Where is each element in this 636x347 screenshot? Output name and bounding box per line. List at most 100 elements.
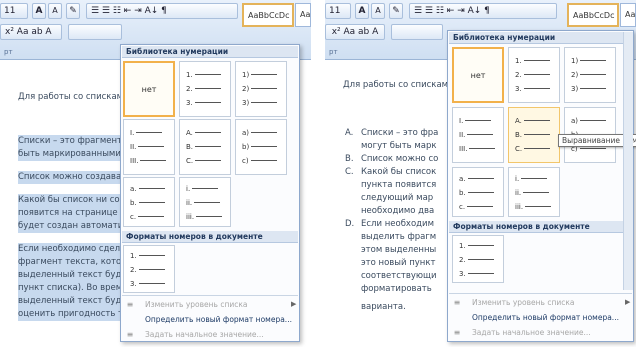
fmt-row: i.	[186, 184, 225, 194]
list-item: могут быть марк	[361, 141, 437, 151]
numbering-roman[interactable]: I. II. III.	[123, 119, 175, 175]
fmt-row: II.	[459, 130, 498, 140]
fmt-row: c.	[459, 202, 498, 212]
fmt-row: A.	[186, 128, 225, 138]
list-item: пункта появится	[361, 180, 437, 190]
numbering-alpha-lower[interactable]: a. b. c.	[123, 177, 175, 227]
fmt-row: 3)	[571, 84, 610, 94]
numbering-paren[interactable]: 1) 2) 3)	[235, 61, 287, 117]
list-item: D. Если необходим	[345, 219, 434, 229]
intro-text: Для работы со списками	[343, 80, 454, 90]
none-label: нет	[141, 85, 157, 94]
para-line: выделенный текст буде	[18, 269, 127, 282]
fmt-row: I.	[130, 128, 169, 138]
numbering-alpha-lower[interactable]: a. b. c.	[452, 167, 504, 217]
doc-format-arabic[interactable]: 1. 2. 3.	[452, 235, 504, 283]
numbering-roman[interactable]: I. II. III.	[452, 107, 504, 163]
para-line: Если необходимо сделат	[18, 243, 131, 256]
align-buttons[interactable]	[391, 24, 443, 40]
list-item: форматировать	[361, 284, 432, 294]
fmt-row: III.	[459, 144, 498, 154]
fmt-row: a.	[459, 174, 498, 184]
start-value-icon: ≡	[126, 330, 134, 339]
fmt-row: 2)	[242, 84, 281, 94]
fmt-row: c.	[130, 212, 169, 222]
library-header: Библиотека нумерации	[449, 32, 632, 44]
intro-text: Для работы со списками	[18, 92, 129, 102]
shrink-font-button[interactable]: A	[371, 3, 385, 19]
style-normal[interactable]: AaBbCcDc	[242, 3, 294, 27]
grow-font-button[interactable]: A	[32, 3, 46, 19]
fmt-row: II.	[130, 142, 169, 152]
para-line: Список можно создавать	[18, 171, 132, 184]
numbering-paren[interactable]: 1) 2) 3)	[564, 47, 616, 103]
group-label: рт	[4, 48, 13, 56]
fmt-row: 1.	[186, 70, 225, 80]
start-value-icon: ≡	[453, 328, 461, 337]
set-start-value-item[interactable]: Задать начальное значение...	[472, 327, 591, 339]
numbering-alpha-upper[interactable]: A. B. C.	[508, 107, 560, 163]
define-new-format-item[interactable]: Определить новый формат номера...	[472, 312, 619, 324]
list-item: следующий мар	[361, 193, 434, 203]
font-format-buttons[interactable]: x² Aa ab A	[0, 24, 62, 40]
list-item: C. Какой бы список	[345, 167, 437, 177]
submenu-arrow-icon: ▶	[625, 298, 631, 306]
right-screenshot: 11 A A ✎ x² Aa ab A ☰ ☰ ☷ ⇤ ⇥ A↓ ¶ AaBbC…	[325, 0, 636, 347]
fmt-row: b)	[242, 142, 281, 152]
font-size-box[interactable]: 11	[325, 3, 351, 19]
numbering-roman-lower[interactable]: i. ii. iii.	[508, 167, 560, 217]
fmt-row: 2.	[515, 70, 554, 80]
list-item: это новый пункт	[361, 258, 436, 268]
font-format-buttons[interactable]: x² Aa ab A	[325, 24, 385, 40]
numbering-none[interactable]: нет	[452, 47, 504, 103]
submenu-arrow-icon: ▶	[291, 300, 297, 308]
numbering-arabic[interactable]: 1. 2. 3.	[179, 61, 231, 117]
list-item: этом выделенны	[361, 245, 437, 255]
numbering-roman-lower[interactable]: i. ii. iii.	[179, 177, 231, 227]
fmt-row: 3.	[186, 98, 225, 108]
numbering-arabic[interactable]: 1. 2. 3.	[508, 47, 560, 103]
grow-font-button[interactable]: A	[355, 3, 369, 19]
doc-formats-header: Форматы номеров в документе	[122, 231, 298, 243]
style-next[interactable]: Aa	[620, 3, 636, 27]
fmt-row: B.	[186, 142, 225, 152]
numbering-dropdown: Библиотека нумерации нет 1. 2. 3. 1) 2) …	[120, 44, 300, 342]
fmt-row: 3)	[242, 98, 281, 108]
set-start-value-item[interactable]: Задать начальное значение...	[145, 329, 264, 341]
doc-format-arabic[interactable]: 1. 2. 3.	[123, 245, 175, 293]
fmt-row: 1.	[130, 251, 169, 261]
fmt-row: I.	[459, 116, 498, 126]
clear-format-button[interactable]: ✎	[66, 3, 80, 19]
numbering-alpha-upper[interactable]: A. B. C.	[179, 119, 231, 175]
style-next[interactable]: Aal	[295, 3, 311, 27]
para-line: фрагмент текста, которы	[18, 256, 134, 269]
numbering-none[interactable]: нет	[123, 61, 175, 117]
indent-icon: ≡	[126, 300, 134, 309]
paragraph-buttons[interactable]: ☰ ☰ ☷ ⇤ ⇥ A↓ ¶	[86, 3, 238, 19]
paragraph-buttons[interactable]: ☰ ☰ ☷ ⇤ ⇥ A↓ ¶	[409, 3, 557, 19]
menu-scrollbar[interactable]	[623, 32, 633, 290]
menu-divider	[122, 295, 298, 296]
fmt-row: 1)	[571, 56, 610, 66]
shrink-font-button[interactable]: A	[48, 3, 62, 19]
change-level-item[interactable]: Изменить уровень списка	[472, 297, 575, 309]
numbering-alpha-paren[interactable]: a) b) c)	[235, 119, 287, 175]
clear-format-button[interactable]: ✎	[389, 3, 403, 19]
define-new-format-item[interactable]: Определить новый формат номера...	[145, 314, 292, 326]
fmt-row: 2.	[186, 84, 225, 94]
numbering-dropdown: Библиотека нумерации нет 1. 2. 3. 1) 2) …	[447, 30, 636, 342]
fmt-row: b.	[459, 188, 498, 198]
para-line: быть маркированными,	[18, 148, 124, 161]
fmt-row: ii.	[515, 188, 554, 198]
fmt-row: A.	[515, 116, 554, 126]
fmt-row: 1.	[459, 241, 498, 251]
fmt-row: a)	[571, 116, 610, 126]
align-buttons[interactable]	[68, 24, 122, 40]
para-line: пункт списка). Во время	[18, 282, 128, 295]
change-level-item[interactable]: Изменить уровень списка	[145, 299, 248, 311]
style-normal[interactable]: AaBbCcDc	[567, 3, 619, 27]
font-size-box[interactable]: 11	[0, 3, 28, 19]
fmt-row: 1)	[242, 70, 281, 80]
fmt-row: i.	[515, 174, 554, 184]
list-item: A. Списки – это фра	[345, 128, 439, 138]
